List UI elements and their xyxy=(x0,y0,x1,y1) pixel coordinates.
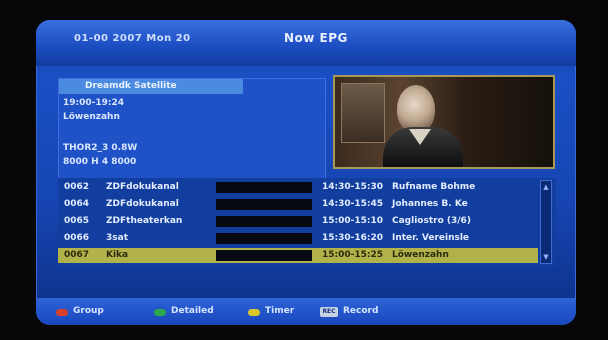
program-event: Löwenzahn xyxy=(63,112,120,122)
program-title: Dreamdk Satellite xyxy=(59,79,243,94)
scroll-up-icon[interactable]: ▲ xyxy=(542,183,550,191)
tv-screen: 01-00 2007 Mon 20 Now EPG Dreamdk Satell… xyxy=(36,20,576,325)
screen-title: Now EPG xyxy=(284,31,348,45)
green-key-icon xyxy=(154,309,166,316)
record-key-icon: REC xyxy=(320,307,338,317)
channel-row-selected[interactable]: 0067 Kika 15:00-15:25 Löwenzahn xyxy=(58,248,538,263)
event-time: 14:30-15:30 xyxy=(322,182,384,192)
channel-name: Kika xyxy=(106,250,129,260)
transponder-info: THOR2_3 0.8W xyxy=(63,143,138,153)
event-title: Löwenzahn xyxy=(392,250,449,260)
channel-row[interactable]: 0065 ZDFtheaterkan 15:00-15:10 Cagliostr… xyxy=(58,214,538,229)
channel-list: 0062 ZDFdokukanal 14:30-15:30 Rufname Bo… xyxy=(58,178,556,266)
video-preview xyxy=(333,75,555,169)
detailed-key-label: Detailed xyxy=(171,306,214,316)
progress-bar xyxy=(216,250,312,261)
frequency-info: 8000 H 4 8000 xyxy=(63,157,137,167)
program-time: 19:00-19:24 xyxy=(63,98,125,108)
yellow-key-icon xyxy=(248,309,260,316)
channel-number: 0067 xyxy=(64,250,90,260)
event-title: Johannes B. Ke xyxy=(392,199,468,209)
channel-number: 0066 xyxy=(64,233,90,243)
event-title: Cagliostro (3/6) xyxy=(392,216,471,226)
timer-key-label: Timer xyxy=(265,306,295,316)
record-key-label: Record xyxy=(343,306,379,316)
preview-person-head xyxy=(397,85,435,133)
scroll-down-icon[interactable]: ▼ xyxy=(542,253,550,261)
preview-window-shape xyxy=(341,83,385,143)
group-key-label: Group xyxy=(73,306,104,316)
channel-number: 0065 xyxy=(64,216,90,226)
event-title: Rufname Bohme xyxy=(392,182,476,192)
channel-row[interactable]: 0064 ZDFdokukanal 14:30-15:45 Johannes B… xyxy=(58,197,538,212)
channel-list-scrollbar[interactable]: ▲ ▼ xyxy=(540,180,552,264)
channel-number: 0064 xyxy=(64,199,90,209)
channel-name: ZDFtheaterkan xyxy=(106,216,183,226)
event-time: 15:00-15:10 xyxy=(322,216,384,226)
event-time: 15:30-16:20 xyxy=(322,233,384,243)
event-time: 14:30-15:45 xyxy=(322,199,384,209)
progress-bar xyxy=(216,182,312,193)
red-key-icon xyxy=(56,309,68,316)
channel-name: ZDFdokukanal xyxy=(106,199,179,209)
program-info-panel: Dreamdk Satellite 19:00-19:24 Löwenzahn … xyxy=(58,78,326,183)
progress-bar xyxy=(216,199,312,210)
footer-keys: Group Detailed Timer REC Record xyxy=(36,298,576,325)
channel-name: 3sat xyxy=(106,233,128,243)
channel-number: 0062 xyxy=(64,182,90,192)
channel-row[interactable]: 0066 3sat 15:30-16:20 Inter. Vereinsle xyxy=(58,231,538,246)
progress-bar xyxy=(216,233,312,244)
top-bar: 01-00 2007 Mon 20 Now EPG xyxy=(36,20,576,66)
channel-name: ZDFdokukanal xyxy=(106,182,179,192)
event-time: 15:00-15:25 xyxy=(322,250,384,260)
date-time: 01-00 2007 Mon 20 xyxy=(74,33,191,44)
progress-bar xyxy=(216,216,312,227)
channel-row[interactable]: 0062 ZDFdokukanal 14:30-15:30 Rufname Bo… xyxy=(58,180,538,195)
event-title: Inter. Vereinsle xyxy=(392,233,470,243)
